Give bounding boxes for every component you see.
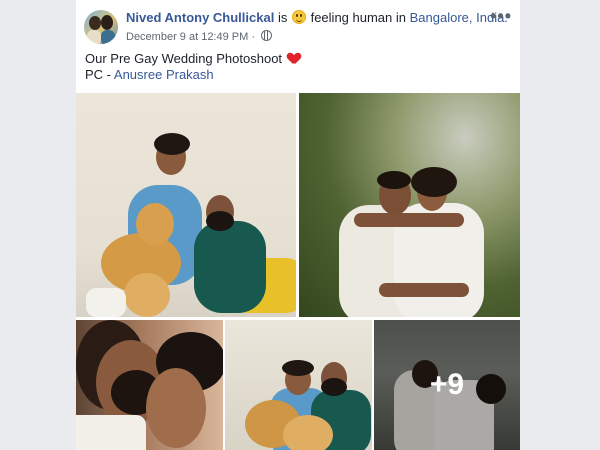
photo-2[interactable] bbox=[299, 93, 520, 317]
author-name-link[interactable]: Nived Antony Chullickal bbox=[126, 10, 274, 25]
arm-shape bbox=[379, 283, 469, 297]
credit-name-link[interactable]: Anusree Prakash bbox=[114, 67, 214, 82]
photo-4[interactable] bbox=[225, 320, 372, 450]
timestamp-link[interactable]: December 9 at 12:49 PM bbox=[126, 31, 248, 43]
is-text: is bbox=[277, 10, 288, 25]
meta-separator: · bbox=[251, 31, 256, 43]
arm-shape bbox=[354, 213, 464, 227]
photo-5[interactable]: +9 bbox=[374, 320, 520, 450]
more-photos-overlay[interactable]: +9 bbox=[374, 320, 520, 450]
caption-line: Our Pre Gay Wedding Photoshoot bbox=[85, 51, 300, 67]
avatar-figure bbox=[89, 16, 101, 30]
avatar-figure bbox=[101, 30, 115, 44]
hair-shape bbox=[282, 360, 314, 376]
person-shape bbox=[194, 221, 266, 313]
dog-shape bbox=[283, 415, 333, 450]
caption-text: Our Pre Gay Wedding Photoshoot bbox=[85, 51, 283, 66]
clothing-shape bbox=[86, 288, 126, 317]
face-shape bbox=[146, 368, 206, 448]
red-heart-icon bbox=[288, 53, 300, 64]
beard-shape bbox=[206, 211, 234, 231]
photo-1[interactable] bbox=[76, 93, 296, 317]
smiley-emoji-icon bbox=[291, 10, 306, 24]
hair-shape bbox=[377, 171, 411, 189]
beard-shape bbox=[321, 378, 347, 396]
clothing-shape bbox=[76, 415, 146, 450]
author-avatar[interactable] bbox=[84, 10, 118, 44]
avatar-figure bbox=[101, 15, 113, 30]
credit-prefix: PC - bbox=[85, 67, 111, 82]
feeling-text: feeling human in bbox=[310, 10, 406, 25]
more-options-icon[interactable]: ••• bbox=[490, 6, 512, 27]
dog-head-shape bbox=[136, 203, 174, 245]
globe-icon[interactable] bbox=[261, 30, 273, 41]
dog-shape bbox=[124, 273, 170, 317]
post-caption: Our Pre Gay Wedding Photoshoot PC - Anus… bbox=[85, 51, 300, 83]
photo-3[interactable] bbox=[76, 320, 223, 450]
hair-shape bbox=[411, 167, 457, 197]
avatar-figure bbox=[87, 30, 101, 44]
credit-line: PC - Anusree Prakash bbox=[85, 67, 300, 83]
post-card: Nived Antony Chullickal is feeling human… bbox=[76, 0, 520, 450]
post-header: Nived Antony Chullickal is feeling human… bbox=[126, 10, 508, 26]
post-meta: December 9 at 12:49 PM · bbox=[126, 30, 273, 43]
hair-shape bbox=[154, 133, 190, 155]
